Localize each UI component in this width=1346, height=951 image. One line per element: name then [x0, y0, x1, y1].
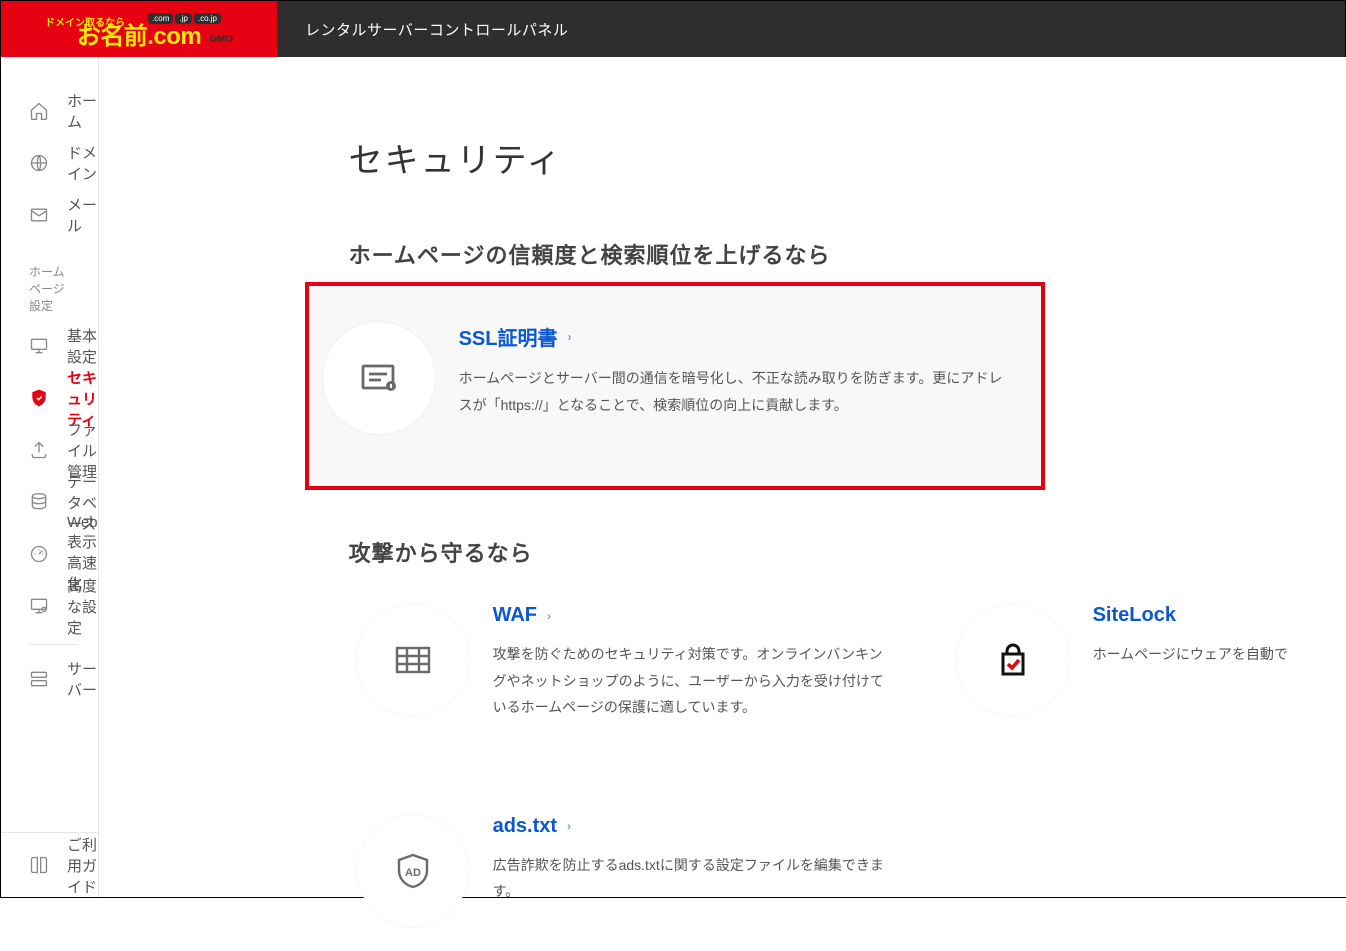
server-icon: [29, 669, 49, 689]
globe-icon: [29, 153, 49, 173]
chevron-right-icon: ›: [567, 819, 571, 833]
shield-icon: [29, 388, 49, 408]
sidebar-item-label: 高度な設定: [67, 575, 98, 638]
card-title-text: SiteLock: [1093, 604, 1176, 627]
sidebar-item-files[interactable]: ファイル管理: [1, 424, 98, 476]
card-title-sitelock[interactable]: SiteLock: [1093, 604, 1346, 627]
home-icon: [29, 101, 49, 121]
card-ssl[interactable]: SSL証明書 › ホームページとサーバー間の通信を暗号化し、不正な読み取りを防ぎ…: [305, 282, 1045, 490]
sidebar-item-speed[interactable]: Web表示高速化: [1, 528, 98, 580]
main-content: セキュリティ ホームページの信頼度と検索順位を上げるなら SSL証明書 ›: [99, 57, 1346, 897]
brand-dot: .com: [147, 23, 201, 50]
brand-name: お名前.com: [77, 25, 202, 49]
sidebar-item-label: 基本設定: [67, 325, 98, 367]
ssl-icon: [323, 322, 435, 434]
sidebar-section-homepage: ホームページ設定: [1, 241, 98, 320]
badge-jp: .jp: [175, 13, 191, 24]
section-heading-trust: ホームページの信頼度と検索順位を上げるなら: [349, 238, 1346, 270]
database-icon: [29, 492, 49, 512]
card-sitelock[interactable]: SiteLock ホームページにウェアを自動で: [949, 580, 1346, 745]
app-header: ドメイン取るなら お名前.com .com .jp .co.jp GMO レンタ…: [1, 1, 1345, 57]
sidebar-item-mail[interactable]: メール: [1, 189, 98, 241]
badge-com: .com: [148, 13, 173, 24]
card-desc-waf: 攻撃を防ぐためのセキュリティ対策です。オンラインバンキングやネットショップのよう…: [493, 641, 889, 721]
sidebar-item-server[interactable]: サーバー: [1, 653, 98, 705]
sidebar-footer: ご利用ガイド: [1, 832, 98, 897]
mail-icon: [29, 205, 49, 225]
sidebar-divider: [29, 644, 78, 645]
card-title-text: SSL証明書: [459, 322, 558, 351]
upload-icon: [29, 440, 49, 460]
sitelock-icon: [957, 604, 1069, 716]
brand-gmo: GMO: [209, 34, 233, 45]
card-desc-ssl: ホームページとサーバー間の通信を暗号化し、不正な読み取りを防ぎます。更にアドレス…: [459, 365, 1011, 418]
sidebar-item-label: メール: [67, 194, 98, 236]
sidebar-section-label-text: ホームページ設定: [29, 263, 66, 314]
card-title-waf[interactable]: WAF ›: [493, 604, 889, 627]
badge-cojp: .co.jp: [194, 13, 221, 24]
card-desc-sitelock: ホームページにウェアを自動で: [1093, 641, 1346, 668]
sidebar-item-domain[interactable]: ドメイン: [1, 137, 98, 189]
monitor-gear-icon: [29, 596, 49, 616]
chevron-right-icon: ›: [547, 609, 551, 623]
sidebar-item-label: サーバー: [67, 658, 98, 700]
page-title: セキュリティ: [349, 133, 1346, 182]
sidebar: ホーム ドメイン メール ホームページ設定: [1, 57, 99, 897]
card-adstxt[interactable]: AD ads.txt › 広告詐欺を防止するads.txtに関する設定ファイルを…: [349, 791, 909, 951]
sidebar-item-label: ホーム: [67, 90, 98, 132]
sidebar-item-basic[interactable]: 基本設定: [1, 320, 98, 372]
card-title-adstxt[interactable]: ads.txt ›: [493, 815, 889, 838]
sidebar-item-label: ドメイン: [67, 142, 98, 184]
waf-icon: [357, 604, 469, 716]
speed-icon: [29, 544, 49, 564]
sidebar-item-advanced[interactable]: 高度な設定: [1, 580, 98, 632]
brand-badges: .com .jp .co.jp: [148, 13, 221, 24]
sidebar-item-label: ご利用ガイド: [67, 834, 98, 897]
section-heading-attack: 攻撃から守るなら: [349, 536, 1346, 568]
card-waf[interactable]: WAF › 攻撃を防ぐためのセキュリティ対策です。オンラインバンキングやネットシ…: [349, 580, 909, 745]
sidebar-item-security[interactable]: セキュリティ: [1, 372, 98, 424]
chevron-right-icon: ›: [567, 330, 571, 344]
card-title-text: ads.txt: [493, 815, 557, 838]
card-desc-adstxt: 広告詐欺を防止するads.txtに関する設定ファイルを編集できます。: [493, 852, 889, 905]
sidebar-item-guide[interactable]: ご利用ガイド: [1, 833, 98, 897]
svg-text:AD: AD: [405, 867, 421, 879]
card-title-text: WAF: [493, 604, 537, 627]
brand-logo[interactable]: ドメイン取るなら お名前.com .com .jp .co.jp GMO: [1, 1, 277, 57]
card-title-ssl[interactable]: SSL証明書 ›: [459, 322, 1011, 351]
adstxt-icon: AD: [357, 815, 469, 927]
brand-main: お名前: [77, 23, 148, 50]
header-title: レンタルサーバーコントロールパネル: [277, 1, 1345, 57]
sidebar-item-home[interactable]: ホーム: [1, 85, 98, 137]
book-icon: [29, 855, 49, 875]
monitor-icon: [29, 336, 49, 356]
